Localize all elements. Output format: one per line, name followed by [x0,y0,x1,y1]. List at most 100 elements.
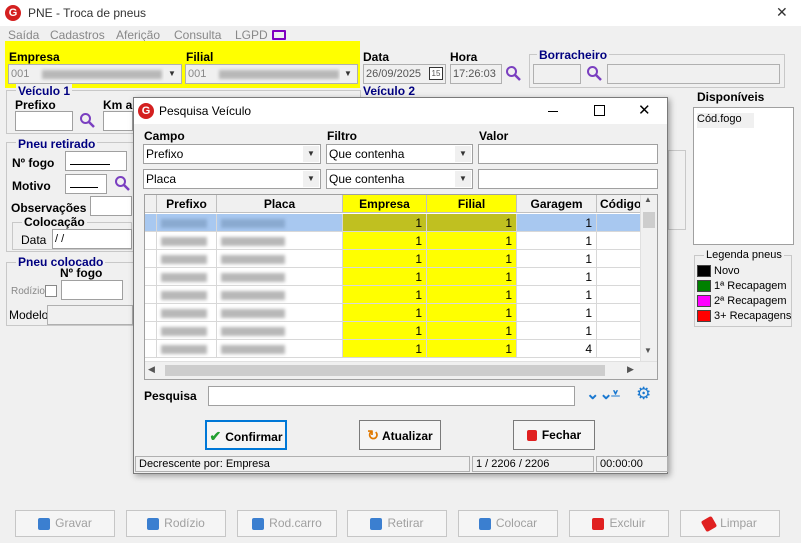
modelo-field[interactable] [47,305,133,325]
scroll-down-icon[interactable]: ▼ [644,346,652,355]
menu-cadastros[interactable]: Cadastros [50,28,105,42]
hora-field[interactable]: 17:26:03 [450,64,502,84]
chevron-down-icon[interactable]: ▼ [303,171,319,187]
chevron-down-icon[interactable]: ▼ [340,66,356,82]
table-row[interactable]: 111 [145,214,653,232]
table-row[interactable]: 111 [145,250,653,268]
search-icon[interactable] [79,112,95,128]
garagem-cell: 1 [517,214,597,232]
data-field[interactable]: 26/09/2025 15 [363,64,446,84]
limpar-button[interactable]: Limpar [680,510,780,537]
search-icon[interactable] [586,65,602,81]
empresa-cell: 1 [343,268,427,286]
colocacao-data-field[interactable]: / / [52,229,132,249]
nfogo2-field[interactable] [61,280,123,300]
table-row[interactable]: 111 [145,304,653,322]
chevron-down-icon[interactable]: ▼ [455,146,471,162]
motivo-field[interactable] [65,174,107,194]
borracheiro-name-field[interactable] [607,64,780,84]
chevron-down-icon[interactable]: ▼ [455,171,471,187]
vertical-scrollbar[interactable]: ▲ ▼ [640,195,657,361]
search-icon[interactable] [505,65,521,81]
filial-cell: 1 [427,322,517,340]
legend-label: 3+ Recapagens [714,310,792,322]
vertical-scroll-thumb[interactable] [643,212,655,228]
table-row[interactable]: 111 [145,232,653,250]
close-icon[interactable]: ✕ [638,101,651,119]
empresa-combo[interactable]: 001 ▼ [8,64,182,84]
chevron-down-icon[interactable]: ▼ [303,146,319,162]
scroll-up-icon[interactable]: ▲ [644,195,652,204]
rodizio-button[interactable]: Rodízio [126,510,226,537]
filial-label: Filial [186,50,214,64]
redacted-text [161,255,207,265]
valor1-input[interactable] [478,144,658,164]
scroll-right-icon[interactable]: ▶ [627,364,634,375]
fechar-button[interactable]: Fechar [513,420,595,450]
menu-afericao[interactable]: Aferição [116,28,160,42]
col-placa[interactable]: Placa [217,195,343,213]
atualizar-button[interactable]: ↻ Atualizar [359,420,441,450]
filtro2-select[interactable]: Que contenha ▼ [326,169,473,189]
excluir-button[interactable]: Excluir [569,510,669,537]
retirar-button[interactable]: Retirar [347,510,447,537]
filial-combo[interactable]: 001 ▼ [185,64,358,84]
campo2-select[interactable]: Placa ▼ [143,169,321,189]
table-row[interactable]: 111 [145,322,653,340]
legend-list: Novo 1ª Recapagem 2ª Recapagem 3+ Recapa… [697,264,791,324]
prefixo-cell [157,250,217,268]
monitor-icon[interactable] [272,30,286,40]
borracheiro-code-field[interactable] [533,64,581,84]
double-chevron-down-bar-icon[interactable]: ⩡ [611,386,620,404]
menu-consulta[interactable]: Consulta [174,28,221,42]
campo1-select[interactable]: Prefixo ▼ [143,144,321,164]
vehicle-table[interactable]: Prefixo Placa Empresa Filial Garagem Cód… [144,194,658,380]
km-label: Km a [103,98,133,112]
confirmar-button[interactable]: ✔ Confirmar [205,420,287,450]
maximize-icon[interactable] [594,105,605,116]
calendar-icon[interactable]: 15 [429,67,443,80]
filial-value: 001 [188,68,207,80]
horizontal-scroll-thumb[interactable] [165,365,605,376]
table-row[interactable]: 114 [145,340,653,358]
empresa-cell: 1 [343,250,427,268]
redacted-text [221,291,285,301]
pesquisa-input[interactable] [208,386,575,406]
col-filial[interactable]: Filial [427,195,517,213]
rod-carro-button[interactable]: Rod.carro [237,510,337,537]
window-title: PNE - Troca de pneus [28,6,147,20]
gravar-button[interactable]: Gravar [15,510,115,537]
colocacao-data-label: Data [21,233,47,247]
rodizio-checkbox[interactable] [45,285,57,297]
close-window-button[interactable]: ✕ [776,4,788,21]
double-chevron-down-icon[interactable]: ⌄⌄ [586,386,613,404]
valor2-input[interactable] [478,169,658,189]
menu-saida[interactable]: Saída [8,28,39,42]
observacoes-field[interactable] [90,196,132,216]
filial-cell: 1 [427,232,517,250]
nfogo-field[interactable] [65,151,127,171]
horizontal-scrollbar[interactable]: ◀ ▶ [145,361,657,379]
table-row[interactable]: 111 [145,268,653,286]
gear-icon[interactable]: ⚙ [636,385,651,403]
row-indicator [145,286,157,304]
filtro1-select[interactable]: Que contenha ▼ [326,144,473,164]
km-field[interactable] [103,111,133,131]
menu-lgpd[interactable]: LGPD [235,28,268,42]
colocar-button[interactable]: Colocar [458,510,558,537]
legend-swatch-1 [697,280,711,293]
scroll-left-icon[interactable]: ◀ [148,364,155,375]
search-icon[interactable] [114,175,130,191]
col-empresa[interactable]: Empresa [343,195,427,213]
placa-cell [217,304,343,322]
filial-cell: 1 [427,340,517,358]
col-prefixo[interactable]: Prefixo [157,195,217,213]
pneu-retirado-label: Pneu retirado [16,137,98,151]
col-garagem[interactable]: Garagem [517,195,597,213]
table-row[interactable]: 111 [145,286,653,304]
chevron-down-icon[interactable]: ▼ [164,66,180,82]
redacted-text [161,345,207,355]
minimize-icon[interactable] [548,111,558,112]
disponiveis-list[interactable]: Cód.fogo [693,107,794,245]
prefixo-field[interactable] [15,111,73,131]
